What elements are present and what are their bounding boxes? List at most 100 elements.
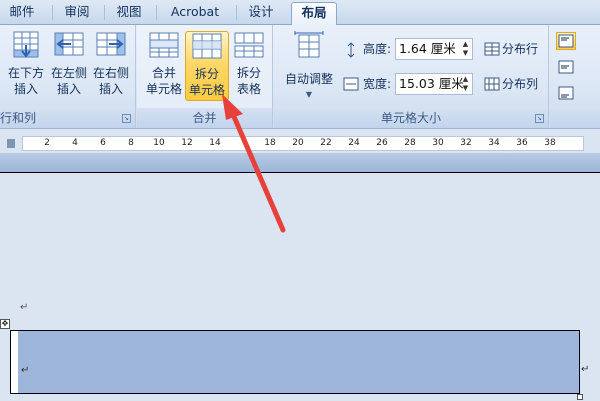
ruler-label: 20 xyxy=(292,138,304,148)
split-cells-line2: 单元格 xyxy=(188,83,225,97)
merge-cells-icon xyxy=(149,32,179,58)
height-icon xyxy=(347,42,355,58)
tab-mailings[interactable]: 邮件 xyxy=(2,2,42,24)
ruler-label: 24 xyxy=(348,138,360,148)
rows-columns-launcher-icon[interactable]: ↘ xyxy=(122,114,131,123)
ruler-label: 12 xyxy=(181,138,193,148)
autofit-dropdown-icon: ▼ xyxy=(305,90,313,99)
ruler-label: 2 xyxy=(44,138,50,148)
distribute-cols-icon xyxy=(484,77,500,91)
height-value: 1.64 厘米 xyxy=(399,41,456,56)
table[interactable]: ↵ ↵ xyxy=(10,330,589,394)
ruler-label: 32 xyxy=(460,138,472,148)
insert-left-line2: 插入 xyxy=(56,82,81,96)
ruler-label: 28 xyxy=(404,138,416,148)
table-cell-selected[interactable]: ↵ xyxy=(18,331,579,393)
tab-separator xyxy=(52,5,53,20)
ruler-label: 34 xyxy=(488,138,500,148)
autofit-icon xyxy=(294,31,324,58)
height-input[interactable]: 1.64 厘米 ▲ ▼ xyxy=(395,38,473,60)
ruler-label: 26 xyxy=(376,138,388,148)
align-bottom-left-icon xyxy=(558,86,574,100)
ruler-label: 4 xyxy=(72,138,78,148)
align-middle-left-icon xyxy=(558,60,574,74)
split-table-button[interactable]: 拆分 表格 xyxy=(227,31,271,101)
ruler-label: 6 xyxy=(100,138,106,148)
group-label-cell-size: 单元格大小 xyxy=(274,108,548,128)
ruler-left-margin xyxy=(0,136,22,151)
distribute-rows-label: 分布行 xyxy=(502,42,539,56)
tab-separator xyxy=(104,5,105,20)
insert-below-line2: 插入 xyxy=(13,82,38,96)
width-input[interactable]: 15.03 厘米 ▲ ▼ xyxy=(395,73,473,95)
merge-cells-line1: 合并 xyxy=(151,66,176,80)
table-move-handle-icon[interactable]: ✥ xyxy=(0,319,10,329)
group-label-alignment xyxy=(550,108,600,128)
distribute-cols-label: 分布列 xyxy=(502,77,539,91)
group-label-rows-columns: 行和列 xyxy=(0,108,135,128)
split-cells-icon xyxy=(192,33,222,59)
tab-view[interactable]: 视图 xyxy=(108,2,150,24)
distribute-rows-icon xyxy=(484,42,500,56)
ruler-label: 10 xyxy=(153,138,165,148)
split-table-line1: 拆分 xyxy=(236,66,261,80)
align-bottom-left-button[interactable] xyxy=(556,84,576,102)
height-label: 高度: xyxy=(363,42,392,56)
cell-paragraph-mark: ↵ xyxy=(21,365,30,376)
merge-cells-button[interactable]: 合并 单元格 xyxy=(142,31,186,101)
tab-review[interactable]: 审阅 xyxy=(56,2,98,24)
table-resize-handle-icon[interactable] xyxy=(577,394,583,400)
align-top-left-button[interactable] xyxy=(556,32,576,50)
split-table-line2: 表格 xyxy=(236,82,261,96)
width-spinner-icon[interactable]: ▲ ▼ xyxy=(461,75,470,93)
height-spinner-icon[interactable]: ▲ ▼ xyxy=(461,40,470,58)
insert-below-icon xyxy=(13,31,39,58)
ruler-label: 22 xyxy=(320,138,332,148)
insert-right-button[interactable]: 在右侧 插入 xyxy=(89,31,133,101)
group-cell-size: 自动调整 ▼ 高度: 1.64 厘米 ▲▼ 宽度: 15.03 厘米 ▲▼ xyxy=(274,25,549,128)
insert-below-line1: 在下方 xyxy=(7,66,44,80)
insert-right-line1: 在右侧 xyxy=(92,66,129,80)
tab-acrobat[interactable]: Acrobat xyxy=(162,2,228,24)
ribbon: 在下方 插入 在左侧 插入 在右侧 插入 行和列 ↘ 合并 单元格 拆分 单元格… xyxy=(0,25,600,129)
merge-cells-line2: 单元格 xyxy=(145,82,182,96)
split-cells-button[interactable]: 拆分 单元格 xyxy=(185,31,229,101)
cell-size-launcher-icon[interactable]: ↘ xyxy=(535,114,544,123)
align-middle-left-button[interactable] xyxy=(556,58,576,76)
autofit-label: 自动调整 xyxy=(284,72,333,86)
autofit-button[interactable]: 自动调整 ▼ xyxy=(280,31,338,101)
insert-below-button[interactable]: 在下方 插入 xyxy=(4,31,48,101)
width-icon xyxy=(343,77,359,91)
width-label: 宽度: xyxy=(363,77,392,91)
tab-stop-icon[interactable] xyxy=(7,139,15,148)
split-table-icon xyxy=(234,32,264,58)
distribute-cols-button[interactable]: 分布列 xyxy=(482,73,548,95)
group-alignment xyxy=(550,25,600,128)
ruler-label: 18 xyxy=(264,138,276,148)
insert-right-icon xyxy=(96,32,126,56)
row-end-mark: ↵ xyxy=(581,364,590,375)
ruler-label: 38 xyxy=(544,138,556,148)
insert-left-icon xyxy=(54,32,84,56)
horizontal-ruler[interactable]: 2 4 6 8 10 12 14 18 20 22 24 26 28 30 32… xyxy=(22,136,584,151)
ruler-band xyxy=(0,153,600,173)
tab-design[interactable]: 设计 xyxy=(240,2,282,24)
split-cells-line1: 拆分 xyxy=(194,67,219,81)
insert-right-line2: 插入 xyxy=(98,82,123,96)
width-value: 15.03 厘米 xyxy=(399,76,464,91)
tab-layout[interactable]: 布局 xyxy=(291,2,337,26)
group-rows-columns: 在下方 插入 在左侧 插入 在右侧 插入 行和列 ↘ xyxy=(0,25,136,128)
group-merge: 合并 单元格 拆分 单元格 拆分 表格 合并 xyxy=(137,25,273,128)
insert-left-button[interactable]: 在左侧 插入 xyxy=(47,31,91,101)
paragraph-mark: ↵ xyxy=(20,302,29,313)
ruler-label: 14 xyxy=(209,138,221,148)
insert-left-line1: 在左侧 xyxy=(50,66,87,80)
distribute-rows-button[interactable]: 分布行 xyxy=(482,38,548,60)
ruler-label: 36 xyxy=(516,138,528,148)
ruler-label: 8 xyxy=(128,138,134,148)
group-label-merge: 合并 xyxy=(137,108,272,128)
tab-separator xyxy=(156,5,157,20)
ribbon-tab-bar: 邮件 审阅 视图 Acrobat 设计 布局 xyxy=(0,0,600,26)
align-top-left-icon xyxy=(558,34,574,48)
tab-separator xyxy=(236,5,237,20)
